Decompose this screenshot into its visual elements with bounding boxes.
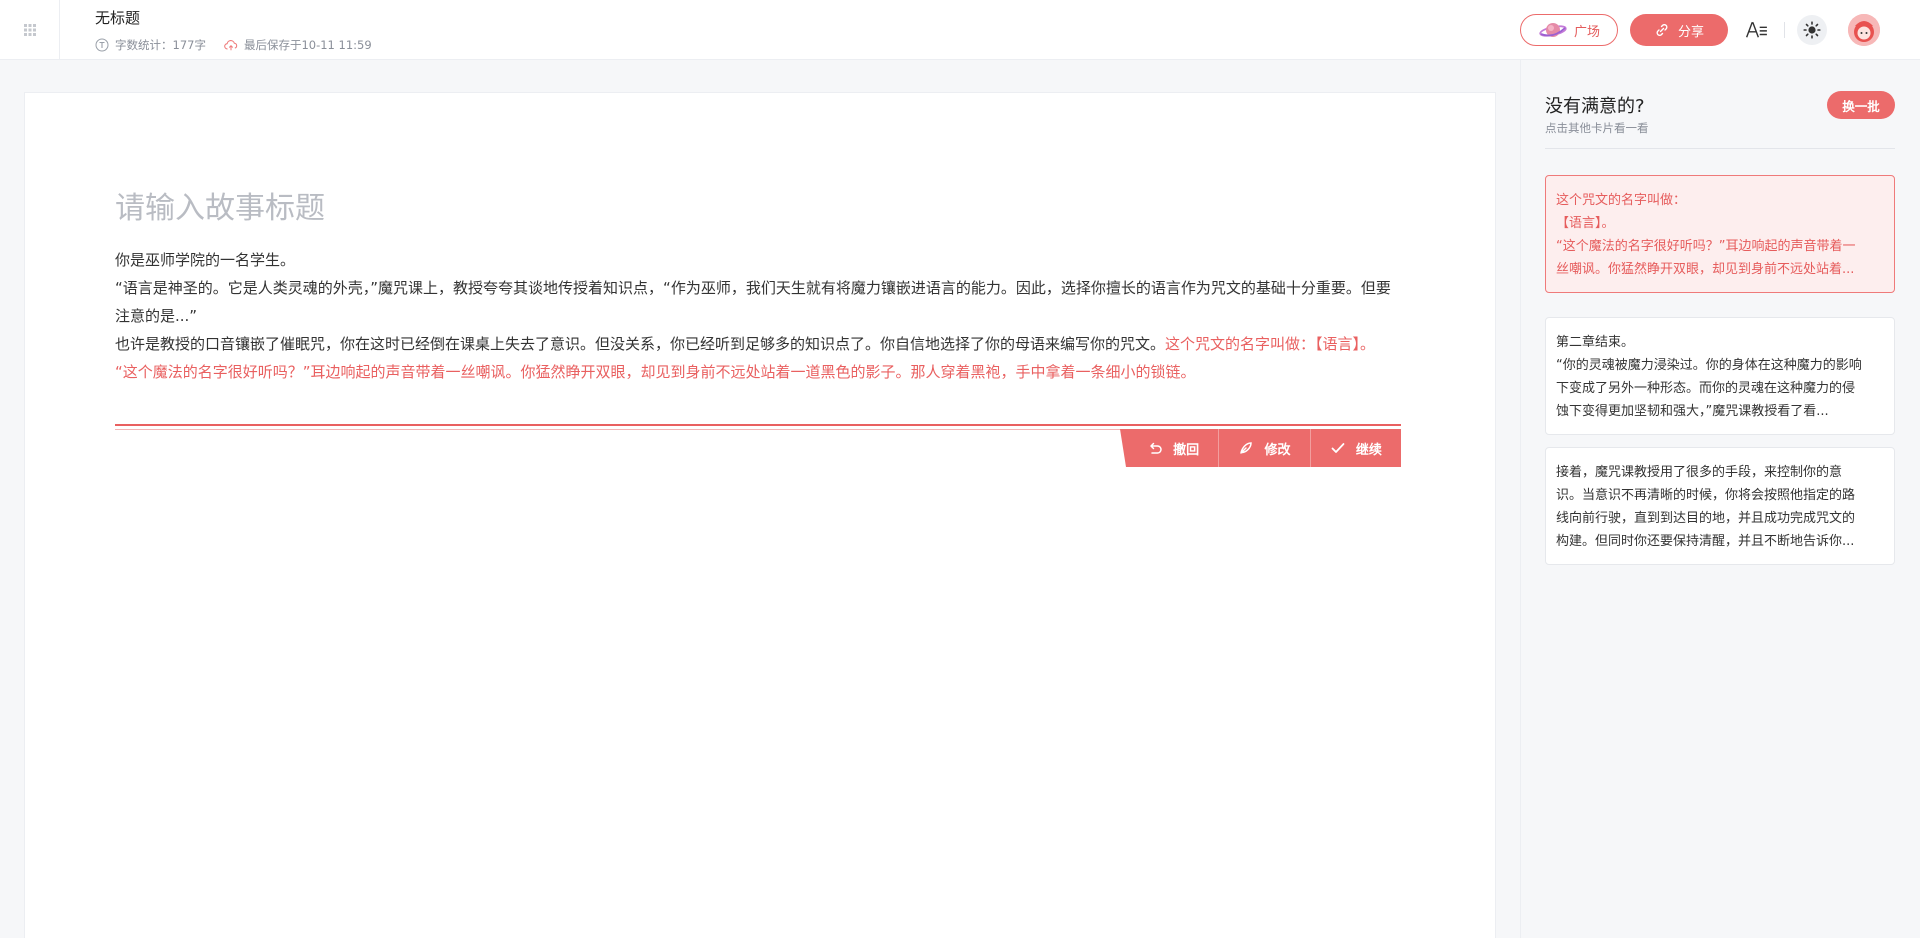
ai-text-underline: [115, 424, 1401, 426]
avatar-icon: [1848, 14, 1880, 46]
user-avatar[interactable]: [1848, 14, 1880, 46]
card-line: 线向前行驶，直到到达目的地，并且成功完成咒文的: [1556, 511, 1856, 526]
continue-label: 继续: [1355, 442, 1382, 458]
word-count-text: 字数统计：177字: [115, 38, 206, 52]
card-line: “你的灵魂被魔力浸染过。你的身体在这种魔力的影响: [1556, 358, 1862, 373]
paragraph: 你是巫师学院的一名学生。: [115, 251, 296, 269]
card-line: 第二章结束。: [1556, 335, 1635, 350]
text-count-icon: [95, 38, 109, 52]
suggestion-card[interactable]: 接着，魔咒课教授用了很多的手段，来控制你的意 识。当意识不再清晰的时候，你将会按…: [1545, 447, 1895, 565]
header-divider: [1784, 22, 1785, 38]
document-meta: 字数统计：177字 最后保存于10-11 11:59: [95, 37, 390, 53]
refresh-batch-button[interactable]: 换一批: [1827, 91, 1895, 119]
edit-label: 修改: [1264, 442, 1291, 458]
undo-label: 撤回: [1173, 442, 1200, 458]
panel-title: 没有满意的?: [1545, 96, 1645, 117]
apps-grid-button[interactable]: [0, 0, 60, 60]
grid-icon: [23, 24, 36, 36]
card-line: 下变成了另外一种形态。而你的灵魂在这种魔力的侵: [1556, 381, 1856, 396]
paragraph: “语言是神圣的。它是人类灵魂的外壳，”魔咒课上，教授夸夸其谈地传授着知识点，“作…: [115, 279, 1391, 325]
font-settings-button[interactable]: [1742, 18, 1772, 42]
last-saved-text: 最后保存于10-11 11:59: [243, 38, 372, 52]
continue-button[interactable]: 继续: [1309, 429, 1401, 467]
plaza-label: 广场: [1573, 24, 1600, 40]
top-bar: 无标题 字数统计：177字 最后保存于10-11 11:59 广场 分享: [0, 0, 1920, 60]
story-title-input[interactable]: 请输入故事标题: [115, 183, 325, 227]
planet-icon: [1539, 23, 1567, 37]
card-line: 蚀下变得更加坚韧和强大，”魔咒课教授看了看...: [1556, 404, 1829, 419]
card-line: 【语言】。: [1556, 216, 1615, 231]
sun-icon: [1803, 21, 1821, 39]
card-line: 构建。但同时你还要保持清醒，并且不断地告诉你...: [1556, 534, 1855, 549]
word-count: 字数统计：177字: [95, 37, 206, 53]
share-icon: [1656, 24, 1668, 36]
share-button[interactable]: 分享: [1630, 14, 1728, 46]
suggestions-panel: 没有满意的? 点击其他卡片看一看 换一批 这个咒文的名字叫做： 【语言】。 “这…: [1520, 60, 1920, 938]
undo-button[interactable]: 撤回: [1120, 429, 1218, 467]
plaza-button[interactable]: 广场: [1520, 14, 1618, 46]
paragraph: 也许是教授的口音镶嵌了催眠咒，你在这时已经倒在课桌上失去了意识。但没关系，你已经…: [115, 330, 1405, 358]
document-title[interactable]: 无标题: [95, 7, 140, 28]
cloud-save-icon: [224, 40, 238, 51]
paragraph-text: 也许是教授的口音镶嵌了催眠咒，你在这时已经倒在课桌上失去了意识。但没关系，你已经…: [115, 335, 1166, 353]
check-icon: [1331, 443, 1345, 453]
card-line: 接着，魔咒课教授用了很多的手段，来控制你的意: [1556, 465, 1843, 480]
suggestion-card[interactable]: 第二章结束。 “你的灵魂被魔力浸染过。你的身体在这种魔力的影响 下变成了另外一种…: [1545, 317, 1895, 435]
ai-generated-text: 这个咒文的名字叫做：【语言】。: [1165, 335, 1376, 353]
undo-icon: [1150, 442, 1162, 454]
card-line: “这个魔法的名字很好听吗？”耳边响起的声音带着一: [1556, 239, 1856, 254]
ai-generated-paragraph: “这个魔法的名字很好听吗？”耳边响起的声音带着一丝嘲讽。你猛然睁开双眼，却见到身…: [115, 363, 1196, 381]
story-body[interactable]: 你是巫师学院的一名学生。 “语言是神圣的。它是人类灵魂的外壳，”魔咒课上，教授夸…: [115, 246, 1405, 386]
panel-subtitle: 点击其他卡片看一看: [1545, 121, 1649, 135]
theme-toggle-button[interactable]: [1797, 15, 1827, 45]
card-line: 识。当意识不再清晰的时候，你将会按照他指定的路: [1556, 488, 1856, 503]
card-line: 这个咒文的名字叫做：: [1556, 193, 1687, 208]
feather-pen-icon: [1240, 442, 1253, 454]
edit-button[interactable]: 修改: [1218, 429, 1309, 467]
story-editor: 请输入故事标题 你是巫师学院的一名学生。 “语言是神圣的。它是人类灵魂的外壳，”…: [24, 92, 1496, 938]
card-line: 丝嘲讽。你猛然睁开双眼，却见到身前不远处站着...: [1556, 262, 1855, 277]
panel-divider: [1545, 148, 1895, 149]
ai-action-bar: 撤回 修改 继续: [1120, 429, 1401, 467]
last-saved: 最后保存于10-11 11:59: [224, 37, 372, 53]
share-label: 分享: [1677, 24, 1704, 40]
font-size-icon: [1745, 22, 1767, 38]
suggestion-card-selected[interactable]: 这个咒文的名字叫做： 【语言】。 “这个魔法的名字很好听吗？”耳边响起的声音带着…: [1545, 175, 1895, 293]
